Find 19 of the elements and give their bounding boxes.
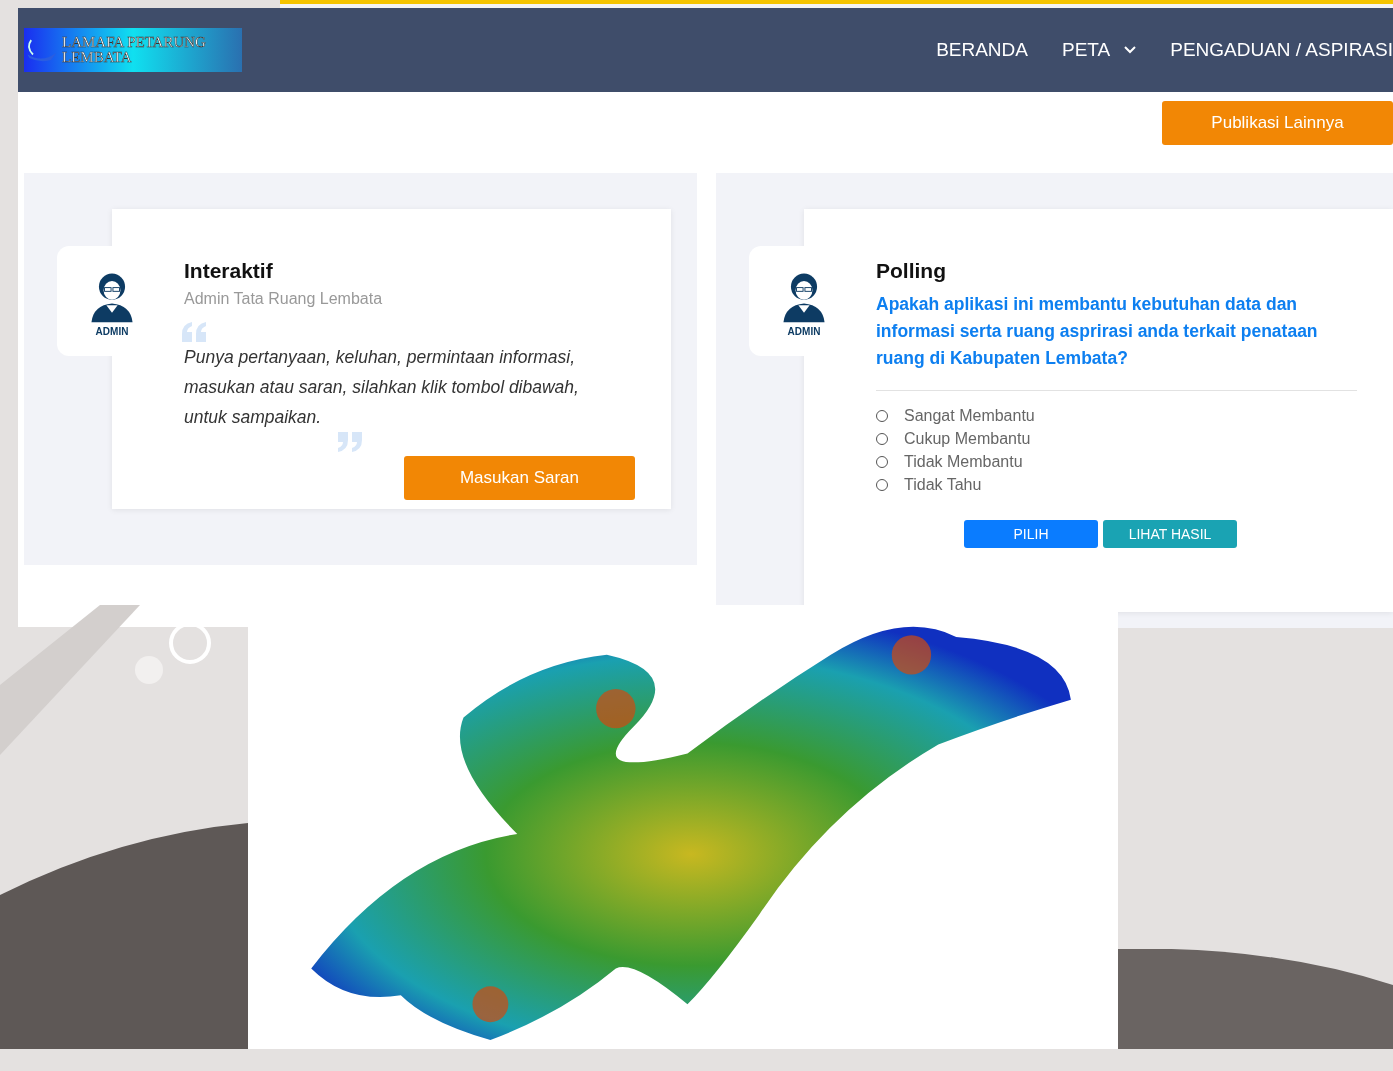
card-title: Polling	[876, 259, 947, 283]
poll-button[interactable]: LIHAT HASIL	[1103, 520, 1237, 548]
open-quote-icon	[180, 322, 208, 342]
card-subtitle: Admin Tata Ruang Lembata	[184, 290, 384, 308]
poll-question: Apakah aplikasi ini membantu kebutuhan data dan informasi serta ruang asprirasi anda terkait penataan ruang di Kabupaten Lembata?	[876, 293, 1319, 370]
avatar-label: ADMIN	[95, 325, 129, 337]
poll-button[interactable]: PILIH	[964, 520, 1098, 548]
avatar-label: ADMIN	[787, 325, 821, 337]
nav-link[interactable]: PETA	[1062, 39, 1137, 61]
radio-option[interactable]: Cukup Membantu	[876, 430, 1357, 448]
radio-option[interactable]: Tidak Membantu	[876, 453, 1357, 471]
card-title: Interaktif	[184, 259, 274, 283]
quote-text: Punya pertanyaan, keluhan, permintaan informasi, masukan atau saran, silahkan klik tombol dibawah, untuk sampaikan.	[184, 346, 580, 429]
close-quote-icon	[336, 432, 364, 452]
nav-link[interactable]: BERANDA	[936, 39, 1028, 61]
radio-option[interactable]: Tidak Tahu	[876, 476, 1357, 494]
nav-link[interactable]: PENGADUAN / ASPIRASI	[1170, 39, 1393, 61]
radio-option[interactable]: Sangat Membantu	[876, 407, 1357, 425]
chevron-down-icon	[1124, 46, 1137, 54]
